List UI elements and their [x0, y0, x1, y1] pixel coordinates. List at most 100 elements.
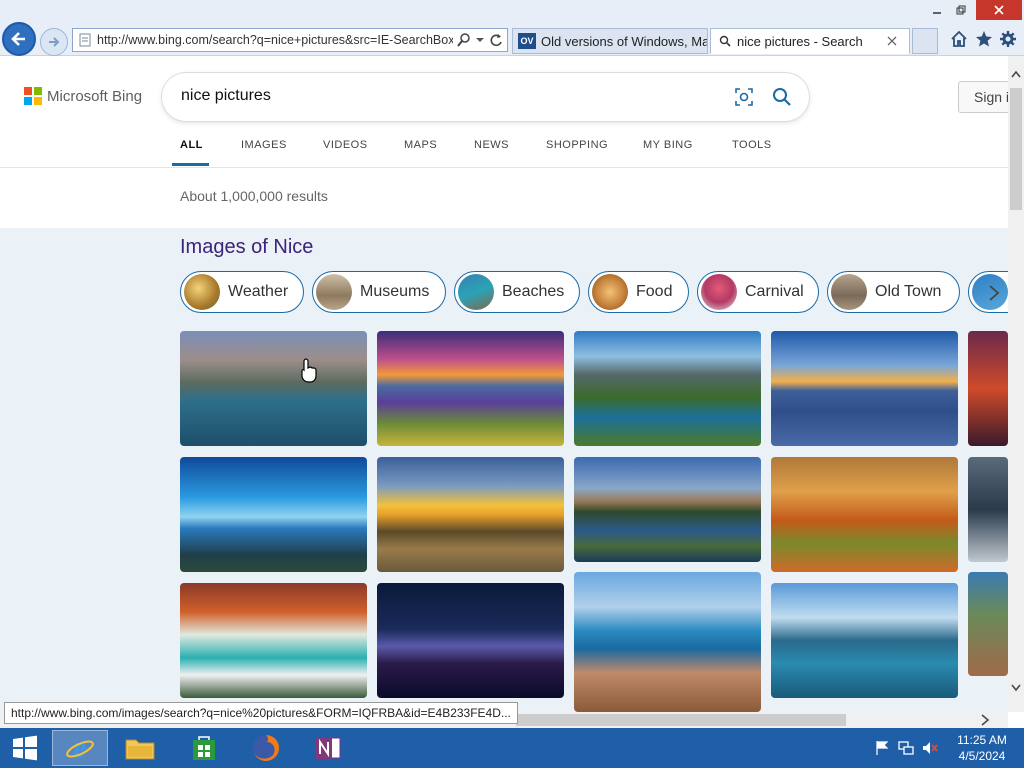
start-button[interactable] [0, 730, 50, 766]
image-result-forest-lake[interactable] [574, 457, 761, 562]
new-tab-button[interactable] [912, 28, 938, 54]
bing-header: Microsoft Bing nice pictures Sign i ALL … [0, 56, 1008, 168]
tab-maps[interactable]: MAPS [404, 139, 437, 151]
chevron-right-icon[interactable] [987, 284, 1001, 302]
arrow-left-icon [11, 32, 25, 46]
tab-all[interactable]: ALL [180, 139, 203, 151]
minimize-icon [933, 12, 941, 14]
search-icon [719, 35, 731, 47]
image-result-flowers[interactable] [377, 331, 564, 446]
image-result-nice-coast[interactable] [574, 572, 761, 712]
tab-tools[interactable]: TOOLS [732, 139, 772, 151]
image-result-blue-lake[interactable] [180, 457, 367, 572]
search-box[interactable]: nice pictures [162, 73, 809, 121]
chip-thumbnail [831, 274, 867, 310]
tab-videos[interactable]: VIDEOS [323, 139, 368, 151]
chip-thumbnail [701, 274, 737, 310]
restore-button[interactable] [950, 0, 972, 20]
taskbar: e 11:25 AM 4/5/2024 [0, 728, 1024, 768]
taskbar-firefox[interactable] [238, 730, 294, 766]
image-result-lake[interactable] [180, 331, 367, 446]
scroll-up-icon[interactable] [1011, 70, 1021, 78]
taskbar-file-explorer[interactable] [112, 730, 168, 766]
system-clock[interactable]: 11:25 AM 4/5/2024 [950, 732, 1014, 764]
image-result-waterfall[interactable] [180, 583, 367, 698]
chip-carnival[interactable]: Carnival [697, 271, 819, 313]
bing-logo[interactable]: Microsoft Bing [24, 87, 142, 105]
scroll-right-icon[interactable] [980, 714, 990, 726]
close-tab-icon[interactable] [887, 36, 897, 46]
close-window-button[interactable] [976, 0, 1022, 20]
vertical-scrollbar[interactable] [1008, 56, 1024, 712]
search-icon[interactable] [772, 87, 792, 107]
back-button[interactable] [2, 22, 36, 56]
chevron-down-icon[interactable] [475, 35, 485, 45]
address-bar[interactable]: http://www.bing.com/search?q=nice+pictur… [72, 28, 508, 52]
active-scope-indicator [172, 163, 209, 166]
tab-news[interactable]: NEWS [474, 139, 509, 151]
browser-toolbar: http://www.bing.com/search?q=nice+pictur… [0, 0, 1024, 56]
page-icon [79, 33, 91, 47]
chip-food[interactable]: Food [588, 271, 689, 313]
image-result-town[interactable] [968, 572, 1008, 676]
search-icon[interactable] [457, 33, 471, 47]
chip-label: Old Town [875, 283, 942, 300]
image-result-sunset[interactable] [968, 331, 1008, 446]
chip-label: Beaches [502, 283, 565, 300]
network-icon[interactable] [898, 740, 914, 756]
chip-thumbnail [592, 274, 628, 310]
chip-label: Weather [228, 283, 289, 300]
minimize-button[interactable] [926, 0, 948, 20]
scroll-down-icon[interactable] [1011, 684, 1021, 692]
chip-old-town[interactable]: Old Town [827, 271, 960, 313]
tab-old-versions[interactable]: OV Old versions of Windows, Mac ... [512, 28, 708, 54]
status-bar-url: http://www.bing.com/images/search?q=nice… [4, 702, 518, 724]
chip-thumbnail [184, 274, 220, 310]
tab-shopping[interactable]: SHOPPING [546, 139, 608, 151]
close-icon [994, 5, 1004, 15]
forward-button[interactable] [40, 28, 68, 56]
taskbar-store[interactable] [176, 730, 232, 766]
chip-label: Museums [360, 283, 430, 300]
image-result-bridge[interactable] [968, 457, 1008, 562]
vertical-scroll-thumb[interactable] [1010, 88, 1022, 210]
image-result-night-bridge[interactable] [377, 583, 564, 698]
tab-favicon: OV [518, 33, 536, 49]
web-page: Microsoft Bing nice pictures Sign i ALL … [0, 56, 1008, 712]
home-icon[interactable] [950, 30, 968, 48]
chip-next[interactable] [968, 271, 1008, 313]
image-result-rocky-shore[interactable] [771, 331, 958, 446]
clock-time: 11:25 AM [957, 733, 1007, 747]
volume-muted-icon[interactable] [922, 740, 938, 756]
chip-weather[interactable]: Weather [180, 271, 304, 313]
sign-in-button[interactable]: Sign i [958, 81, 1008, 113]
image-result-beach-sunset[interactable] [377, 457, 564, 572]
hand-cursor-icon [301, 358, 317, 383]
image-result-pier[interactable] [771, 583, 958, 698]
chip-beaches[interactable]: Beaches [454, 271, 580, 313]
tab-my-bing[interactable]: MY BING [643, 139, 693, 151]
search-input[interactable]: nice pictures [181, 87, 271, 105]
horizontal-scroll-thumb[interactable] [516, 714, 846, 726]
images-answer: Images of Nice Weather Museums Beaches F… [0, 228, 1008, 712]
image-result-autumn-path[interactable] [771, 457, 958, 572]
favorites-star-icon[interactable] [975, 30, 993, 48]
visual-search-icon[interactable] [734, 87, 754, 107]
refresh-icon[interactable] [489, 33, 503, 47]
taskbar-internet-explorer[interactable]: e [52, 730, 108, 766]
taskbar-onenote[interactable] [300, 730, 356, 766]
windows-logo-icon [13, 735, 37, 761]
folder-icon [125, 739, 155, 760]
tab-nice-pictures[interactable]: nice pictures - Search [710, 28, 910, 54]
tab-label: Old versions of Windows, Mac ... [541, 33, 707, 49]
flag-icon[interactable] [874, 740, 890, 756]
tab-images[interactable]: IMAGES [241, 139, 287, 151]
images-title[interactable]: Images of Nice [180, 236, 313, 259]
tab-label: nice pictures - Search [737, 33, 863, 49]
chip-label: Carnival [745, 283, 804, 300]
gear-icon[interactable] [999, 30, 1017, 48]
image-result-mountain-pond[interactable] [574, 331, 761, 446]
chip-thumbnail [458, 274, 494, 310]
arrow-right-icon [49, 37, 60, 47]
chip-museums[interactable]: Museums [312, 271, 446, 313]
